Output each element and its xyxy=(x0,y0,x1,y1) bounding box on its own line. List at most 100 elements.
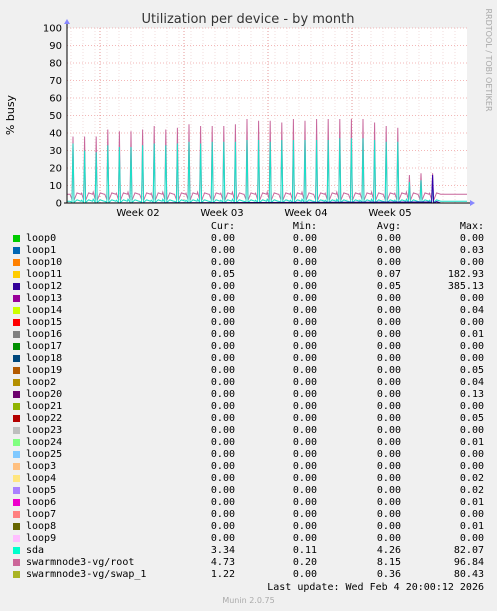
x-axis-arrow xyxy=(470,200,475,206)
legend-min: 0.00 xyxy=(292,329,317,340)
legend-max: 80.43 xyxy=(453,569,484,580)
legend-avg: 4.26 xyxy=(376,545,401,556)
legend-name: loop17 xyxy=(26,341,63,352)
header-min: Min: xyxy=(292,221,317,232)
legend-header: Cur: Min: Avg: Max: xyxy=(0,221,497,233)
legend-row: loop9 0.00 0.00 0.00 0.00 xyxy=(0,533,497,545)
legend-max: 0.00 xyxy=(459,293,484,304)
legend-max: 0.00 xyxy=(459,341,484,352)
legend-swatch xyxy=(13,271,20,278)
legend-avg: 0.00 xyxy=(376,389,401,400)
legend-cur: 0.00 xyxy=(210,437,235,448)
legend-avg: 0.00 xyxy=(376,257,401,268)
legend-min: 0.00 xyxy=(292,365,317,376)
legend-min: 0.00 xyxy=(292,293,317,304)
legend-name: loop14 xyxy=(26,305,63,316)
y-tick-label: 90 xyxy=(49,41,62,52)
legend-min: 0.00 xyxy=(292,509,317,520)
legend-max: 0.13 xyxy=(459,389,484,400)
legend-avg: 0.00 xyxy=(376,509,401,520)
legend-swatch xyxy=(13,247,20,254)
legend-name: loop15 xyxy=(26,317,63,328)
legend-max: 0.03 xyxy=(459,245,484,256)
legend-avg: 0.05 xyxy=(376,281,401,292)
legend-cur: 0.00 xyxy=(210,389,235,400)
legend-name: sda xyxy=(26,545,45,556)
header-cur: Cur: xyxy=(210,221,235,232)
legend-row: loop17 0.00 0.00 0.00 0.00 xyxy=(0,341,497,353)
legend-swatch xyxy=(13,295,20,302)
legend-avg: 8.15 xyxy=(376,557,401,568)
legend-cur: 0.00 xyxy=(210,257,235,268)
legend-avg: 0.00 xyxy=(376,485,401,496)
legend-name: loop11 xyxy=(26,269,63,280)
legend-swatch xyxy=(13,283,20,290)
legend-min: 0.00 xyxy=(292,281,317,292)
legend-cur: 0.00 xyxy=(210,533,235,544)
y-tick-label: 40 xyxy=(49,129,62,140)
legend-name: loop20 xyxy=(26,389,63,400)
y-tick-label: 0 xyxy=(56,199,62,210)
legend-cur: 0.00 xyxy=(210,461,235,472)
legend-row: sda 3.34 0.11 4.26 82.07 xyxy=(0,545,497,557)
legend-name: loop18 xyxy=(26,353,63,364)
legend-swatch xyxy=(13,463,20,470)
legend-min: 0.00 xyxy=(292,389,317,400)
legend-cur: 0.00 xyxy=(210,341,235,352)
legend-max: 182.93 xyxy=(447,269,484,280)
chart-canvas: 0 10 20 30 40 50 60 70 80 90 100 Week 02 Week 03 Week… xyxy=(4,8,493,219)
munin-version: Munin 2.0.75 xyxy=(222,596,275,605)
y-axis-label: % busy xyxy=(4,94,17,135)
legend-name: loop24 xyxy=(26,437,63,448)
legend-name: loop8 xyxy=(26,521,57,532)
legend-min: 0.00 xyxy=(292,341,317,352)
legend-row: loop15 0.00 0.00 0.00 0.00 xyxy=(0,317,497,329)
legend-name: loop12 xyxy=(26,281,63,292)
legend-max: 0.00 xyxy=(459,509,484,520)
legend-row: loop25 0.00 0.00 0.00 0.00 xyxy=(0,449,497,461)
legend-avg: 0.00 xyxy=(376,329,401,340)
legend-avg: 0.00 xyxy=(376,293,401,304)
legend-row: loop6 0.00 0.00 0.00 0.01 xyxy=(0,497,497,509)
legend-min: 0.11 xyxy=(292,545,317,556)
legend-min: 0.00 xyxy=(292,533,317,544)
legend-max: 82.07 xyxy=(453,545,484,556)
legend-name: swarmnode3-vg/swap_1 xyxy=(26,569,147,580)
legend-name: loop19 xyxy=(26,365,63,376)
legend-min: 0.00 xyxy=(292,449,317,460)
legend-swatch xyxy=(13,319,20,326)
legend-min: 0.00 xyxy=(292,269,317,280)
legend-name: loop7 xyxy=(26,509,57,520)
legend-row: loop18 0.00 0.00 0.00 0.00 xyxy=(0,353,497,365)
legend-cur: 0.00 xyxy=(210,233,235,244)
legend-max: 0.02 xyxy=(459,473,484,484)
legend-cur: 0.00 xyxy=(210,293,235,304)
legend-max: 0.04 xyxy=(459,377,484,388)
legend-avg: 0.00 xyxy=(376,521,401,532)
legend-avg: 0.00 xyxy=(376,401,401,412)
legend-row: loop4 0.00 0.00 0.00 0.02 xyxy=(0,473,497,485)
y-tick-label: 30 xyxy=(49,146,62,157)
y-tick-label: 20 xyxy=(49,164,62,175)
legend-max: 0.00 xyxy=(459,401,484,412)
legend-cur: 0.00 xyxy=(210,521,235,532)
legend-row: loop14 0.00 0.00 0.00 0.04 xyxy=(0,305,497,317)
legend-swatch xyxy=(13,343,20,350)
legend-avg: 0.00 xyxy=(376,353,401,364)
y-tick-label: 70 xyxy=(49,76,62,87)
legend-avg: 0.00 xyxy=(376,245,401,256)
legend-avg: 0.00 xyxy=(376,473,401,484)
legend-avg: 0.00 xyxy=(376,449,401,460)
legend: loop0 0.00 0.00 0.00 0.00 loop1 0.00 0.00 0.00 0.… xyxy=(0,233,497,581)
x-tick-label: Week 03 xyxy=(200,208,243,219)
legend-name: loop1 xyxy=(26,245,57,256)
legend-swatch xyxy=(13,439,20,446)
legend-avg: 0.00 xyxy=(376,497,401,508)
legend-min: 0.00 xyxy=(292,425,317,436)
legend-cur: 0.00 xyxy=(210,509,235,520)
legend-cur: 0.00 xyxy=(210,365,235,376)
legend-swatch xyxy=(13,499,20,506)
legend-max: 385.13 xyxy=(447,281,484,292)
legend-cur: 0.00 xyxy=(210,305,235,316)
legend-row: loop7 0.00 0.00 0.00 0.00 xyxy=(0,509,497,521)
